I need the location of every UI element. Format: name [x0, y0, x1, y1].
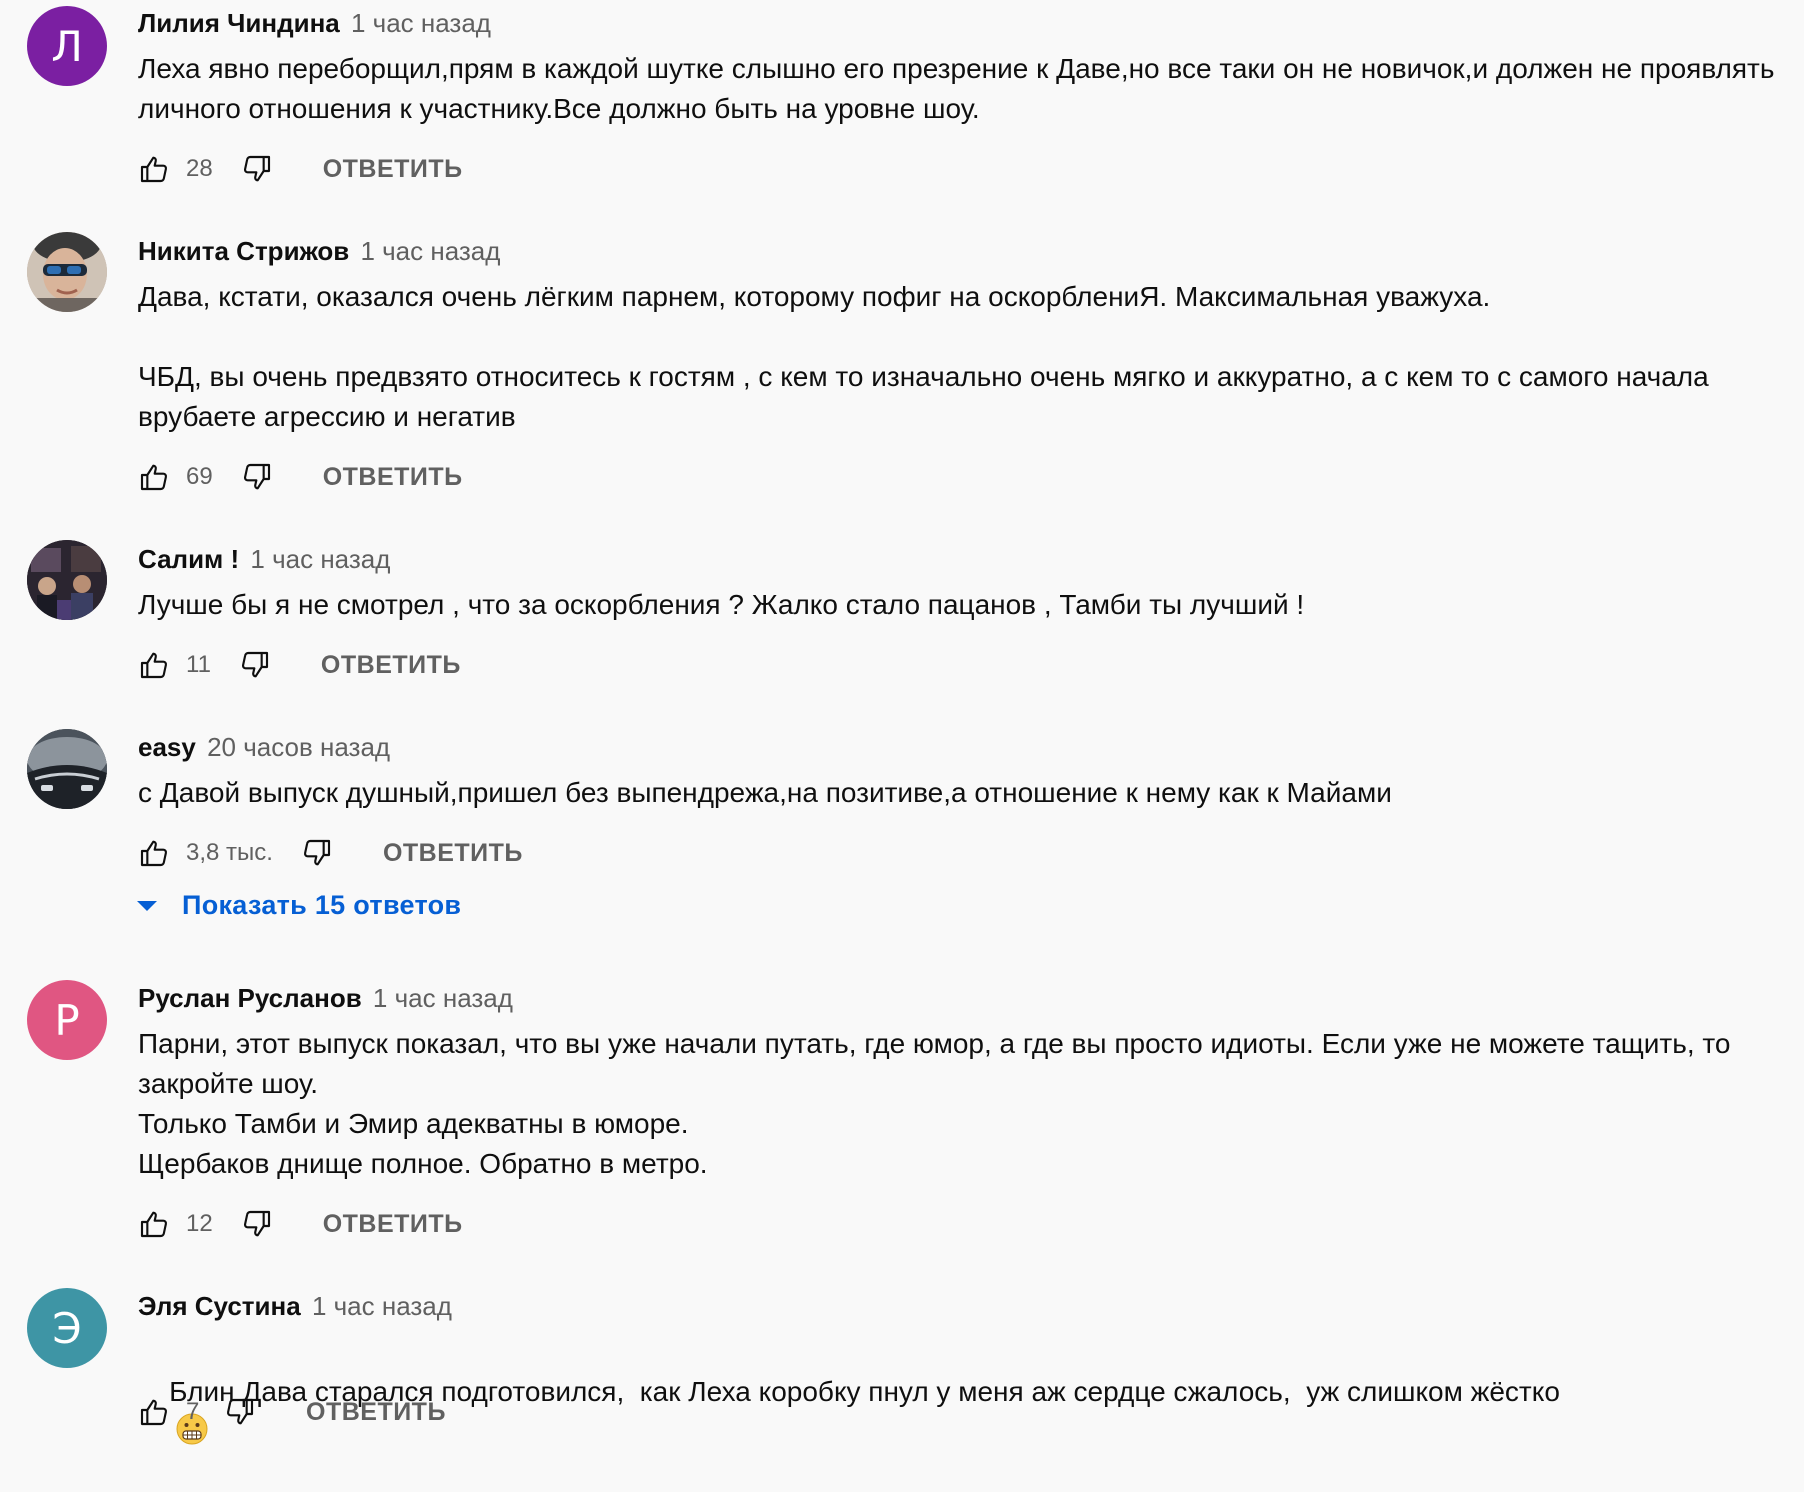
- avatar-photo: [27, 232, 107, 312]
- comment-time[interactable]: 1 час назад: [351, 8, 491, 38]
- comment-header: easy 20 часов назад: [138, 730, 390, 764]
- comment-author[interactable]: Салим !: [138, 544, 239, 574]
- comment-header: Руслан Русланов 1 час назад: [138, 981, 513, 1015]
- avatar[interactable]: Л: [27, 6, 107, 86]
- like-count: 11: [186, 651, 211, 678]
- comment-actions: 12 ОТВЕТИТЬ: [138, 1204, 463, 1244]
- comment-text: Лучше бы я не смотрел , что за оскорблен…: [138, 589, 1305, 620]
- comment-time[interactable]: 1 час назад: [250, 544, 390, 574]
- comment-time[interactable]: 20 часов назад: [207, 732, 390, 762]
- thumb-down-icon: [224, 1396, 256, 1428]
- dislike-button[interactable]: [224, 1396, 256, 1428]
- like-button[interactable]: [138, 461, 170, 493]
- like-count: 12: [186, 1210, 213, 1237]
- comment-time[interactable]: 1 час назад: [373, 983, 513, 1013]
- like-count: 3,8 тыс.: [186, 839, 273, 866]
- thumb-up-icon: [138, 1208, 170, 1240]
- reply-button[interactable]: ОТВЕТИТЬ: [323, 155, 463, 184]
- like-button[interactable]: [138, 649, 170, 681]
- dislike-button[interactable]: [241, 153, 273, 185]
- thumb-up-icon: [138, 1396, 170, 1428]
- thumb-down-icon: [301, 837, 333, 869]
- thumb-down-icon: [239, 649, 271, 681]
- dislike-button[interactable]: [301, 837, 333, 869]
- comment-actions: 7 ОТВЕТИТЬ: [138, 1392, 446, 1432]
- reply-button[interactable]: ОТВЕТИТЬ: [323, 1210, 463, 1239]
- show-replies-button[interactable]: Показать 15 ответов: [136, 890, 461, 921]
- photo-avatar-people-icon[interactable]: [27, 540, 107, 620]
- avatar-photo: [27, 540, 107, 620]
- show-replies-label: Показать 15 ответов: [182, 890, 462, 920]
- comment-text: Леха явно переборщил,прям в каждой шутке…: [138, 53, 1783, 124]
- thumb-up-icon: [138, 649, 170, 681]
- comment-author[interactable]: Руслан Русланов: [138, 983, 362, 1013]
- like-button[interactable]: [138, 1208, 170, 1240]
- reply-button[interactable]: ОТВЕТИТЬ: [321, 651, 461, 680]
- comment-text: Дава, кстати, оказался очень лёгким парн…: [138, 281, 1709, 432]
- comment-header: Никита Стрижов 1 час назад: [138, 234, 500, 268]
- like-button[interactable]: [138, 153, 170, 185]
- avatar[interactable]: Р: [27, 980, 107, 1060]
- avatar[interactable]: Э: [27, 1288, 107, 1368]
- avatar-photo: [27, 729, 107, 809]
- thumb-down-icon: [241, 461, 273, 493]
- comment-author[interactable]: Эля Сустина: [138, 1291, 301, 1321]
- comment-header: Эля Сустина 1 час назад: [138, 1289, 452, 1323]
- comment-time[interactable]: 1 час назад: [360, 236, 500, 266]
- thumb-down-icon: [241, 153, 273, 185]
- like-button[interactable]: [138, 1396, 170, 1428]
- dislike-button[interactable]: [241, 461, 273, 493]
- like-button[interactable]: [138, 837, 170, 869]
- comment-author[interactable]: Никита Стрижов: [138, 236, 349, 266]
- thumb-up-icon: [138, 837, 170, 869]
- like-count: 28: [186, 155, 213, 182]
- comment-text: с Давой выпуск душный,пришел без выпендр…: [138, 777, 1392, 808]
- dislike-button[interactable]: [241, 1208, 273, 1240]
- like-count: 7: [186, 1398, 200, 1425]
- comment-header: Салим ! 1 час назад: [138, 542, 390, 576]
- reply-button[interactable]: ОТВЕТИТЬ: [323, 463, 463, 492]
- comment-text: Парни, этот выпуск показал, что вы уже н…: [138, 1028, 1731, 1179]
- comment-actions: 69 ОТВЕТИТЬ: [138, 457, 463, 497]
- comment-actions: 28 ОТВЕТИТЬ: [138, 149, 463, 189]
- photo-avatar-car-icon[interactable]: [27, 729, 107, 809]
- thumb-down-icon: [241, 1208, 273, 1240]
- comment-time[interactable]: 1 час назад: [312, 1291, 452, 1321]
- like-count: 69: [186, 463, 213, 490]
- thumb-up-icon: [138, 153, 170, 185]
- photo-avatar-sunglasses-icon[interactable]: [27, 232, 107, 312]
- comment-author[interactable]: easy: [138, 732, 196, 762]
- comment-header: Лилия Чиндина 1 час назад: [138, 6, 491, 40]
- thumb-up-icon: [138, 461, 170, 493]
- caret-down-icon: [137, 900, 157, 911]
- dislike-button[interactable]: [239, 649, 271, 681]
- comment-actions: 3,8 тыс. ОТВЕТИТЬ: [138, 833, 523, 873]
- reply-button[interactable]: ОТВЕТИТЬ: [306, 1398, 446, 1427]
- comment-actions: 11 ОТВЕТИТЬ: [138, 645, 461, 685]
- comment-author[interactable]: Лилия Чиндина: [138, 8, 340, 38]
- reply-button[interactable]: ОТВЕТИТЬ: [383, 839, 523, 868]
